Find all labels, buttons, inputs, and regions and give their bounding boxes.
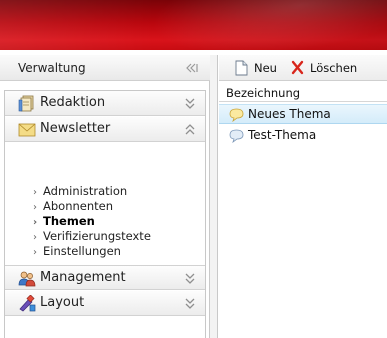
nav-item-abonnenten[interactable]: › Abonnenten bbox=[33, 199, 113, 214]
content-toolbar: Neu Löschen bbox=[219, 55, 387, 81]
section-redaktion[interactable]: Redaktion bbox=[5, 91, 205, 116]
nav-item-verifizierungstexte-label: Verifizierungstexte bbox=[43, 229, 151, 243]
content-panel: Neu Löschen Bezeichnung Neues Thema Test… bbox=[219, 55, 387, 338]
banner-shade bbox=[0, 0, 387, 50]
new-button-label: Neu bbox=[254, 61, 277, 75]
delete-button[interactable]: Löschen bbox=[290, 60, 380, 76]
collapse-left-icon[interactable] bbox=[186, 63, 198, 73]
section-management[interactable]: Management bbox=[5, 265, 205, 290]
delete-button-label: Löschen bbox=[310, 61, 358, 75]
users-icon bbox=[18, 271, 36, 287]
header-banner bbox=[0, 0, 387, 50]
list-item-label: Neues Thema bbox=[248, 107, 331, 121]
list-item[interactable]: Neues Thema bbox=[219, 104, 387, 124]
envelope-icon bbox=[18, 123, 36, 137]
nav-item-administration-label: Administration bbox=[43, 184, 128, 198]
chevron-right-icon: › bbox=[33, 202, 37, 213]
chevron-right-icon: › bbox=[33, 247, 37, 258]
chevron-down-icon[interactable] bbox=[185, 298, 195, 309]
section-management-label: Management bbox=[40, 270, 126, 285]
chevron-down-icon[interactable] bbox=[185, 273, 195, 284]
delete-x-icon bbox=[291, 60, 304, 75]
navigation-panel-title: Verwaltung bbox=[18, 61, 86, 75]
chevron-right-icon: › bbox=[33, 187, 37, 198]
nav-item-administration[interactable]: › Administration bbox=[33, 184, 127, 199]
speech-bubble-icon bbox=[229, 129, 244, 143]
panel-splitter[interactable] bbox=[210, 55, 218, 338]
chevron-down-icon[interactable] bbox=[185, 98, 195, 109]
nav-item-einstellungen[interactable]: › Einstellungen bbox=[33, 244, 121, 259]
column-header-label: Bezeichnung bbox=[226, 86, 301, 100]
chevron-right-icon: › bbox=[33, 232, 37, 243]
nav-item-themen-label: Themen bbox=[43, 214, 95, 228]
list-item-label: Test-Thema bbox=[248, 128, 317, 142]
navigation-accordion: Redaktion Newsletter › Administration › Ab… bbox=[4, 90, 206, 338]
section-newsletter[interactable]: Newsletter bbox=[5, 117, 205, 142]
speech-bubble-icon bbox=[229, 108, 244, 122]
new-button[interactable]: Neu bbox=[234, 60, 277, 76]
chevron-right-icon: › bbox=[33, 217, 38, 228]
navigation-panel-header: Verwaltung bbox=[0, 55, 210, 81]
list-item[interactable]: Test-Thema bbox=[219, 126, 387, 146]
column-header-bezeichnung[interactable]: Bezeichnung bbox=[219, 84, 387, 102]
section-newsletter-label: Newsletter bbox=[40, 121, 111, 136]
section-redaktion-label: Redaktion bbox=[40, 95, 106, 110]
nav-item-einstellungen-label: Einstellungen bbox=[43, 244, 121, 258]
chevron-up-icon[interactable] bbox=[185, 124, 195, 135]
nav-item-themen[interactable]: › Themen bbox=[33, 214, 95, 229]
paint-tools-icon bbox=[19, 295, 36, 312]
document-stack-icon bbox=[18, 95, 34, 112]
nav-item-abonnenten-label: Abonnenten bbox=[43, 199, 114, 213]
navigation-panel: Verwaltung Redaktion Newsletter › Admini… bbox=[0, 55, 210, 338]
new-document-icon bbox=[235, 60, 248, 76]
nav-item-verifizierungstexte[interactable]: › Verifizierungstexte bbox=[33, 229, 151, 244]
section-layout-label: Layout bbox=[40, 295, 85, 310]
section-layout[interactable]: Layout bbox=[5, 291, 205, 316]
